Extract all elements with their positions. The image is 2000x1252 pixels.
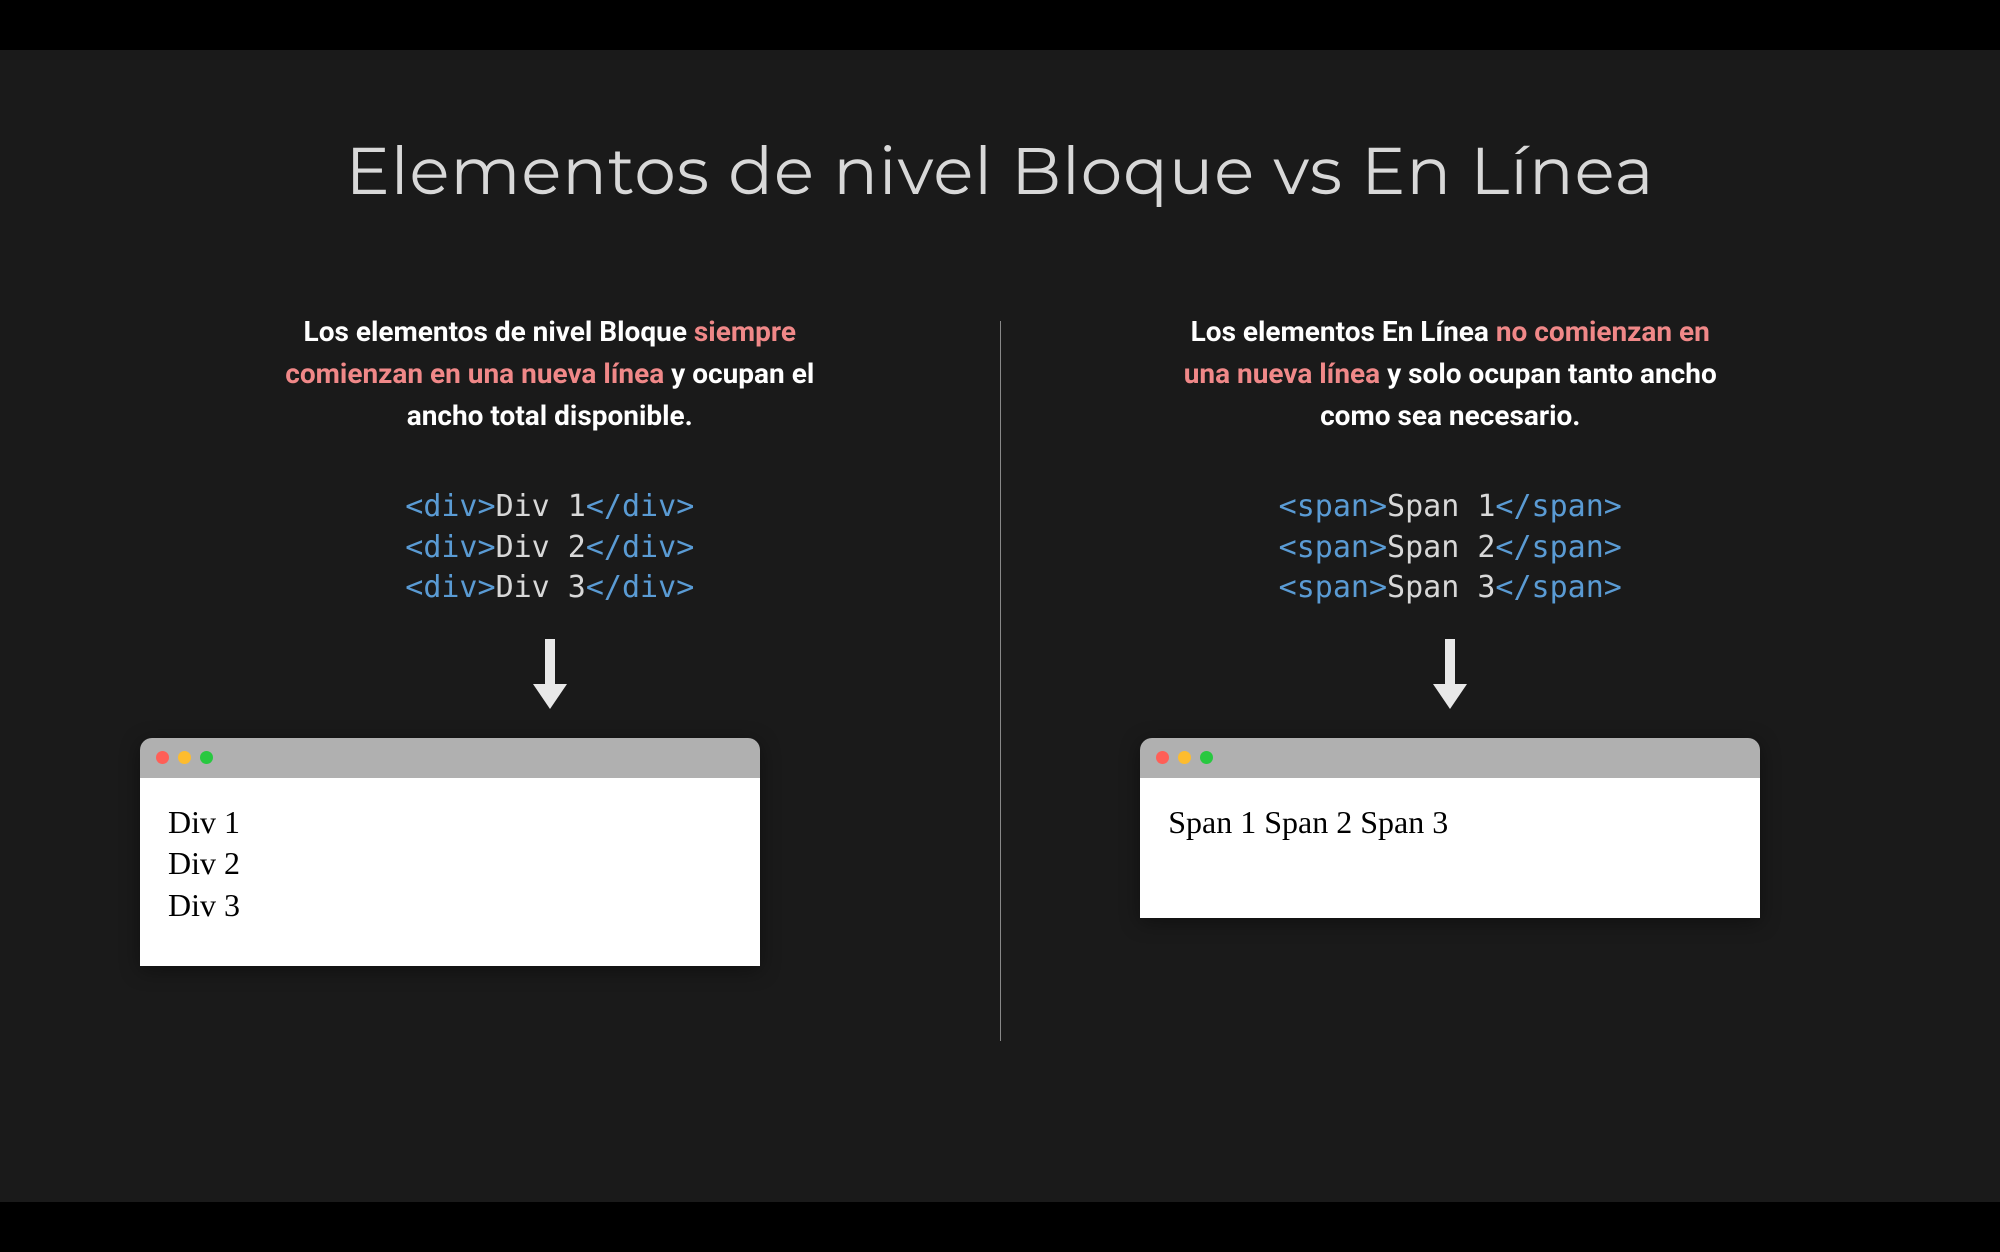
arrow-down-icon bbox=[1433, 639, 1467, 713]
code-open-tag: <div> bbox=[405, 570, 495, 605]
code-close-tag: </span> bbox=[1495, 530, 1621, 565]
code-close-tag: </div> bbox=[586, 530, 694, 565]
code-line: <div>Div 3</div> bbox=[405, 570, 694, 605]
traffic-light-zoom-icon bbox=[200, 751, 213, 764]
code-open-tag: <span> bbox=[1279, 530, 1387, 565]
code-text: Span 3 bbox=[1387, 570, 1495, 605]
code-text: Span 1 bbox=[1387, 489, 1495, 524]
output-span: Span 3 bbox=[1360, 804, 1448, 840]
arrow-down-icon bbox=[533, 639, 567, 713]
code-line: <div>Div 2</div> bbox=[405, 530, 694, 565]
code-line: <span>Span 2</span> bbox=[1279, 530, 1622, 565]
code-text: Div 1 bbox=[496, 489, 586, 524]
window-content-block: Div 1 Div 2 Div 3 bbox=[140, 778, 760, 967]
columns: Los elementos de nivel Bloque siempre co… bbox=[100, 311, 1900, 1041]
desc-text: y solo ocupan tanto ancho como sea neces… bbox=[1320, 357, 1717, 432]
code-close-tag: </div> bbox=[586, 489, 694, 524]
block-code-example: <div>Div 1</div> <div>Div 2</div> <div>D… bbox=[405, 487, 694, 609]
inline-code-example: <span>Span 1</span> <span>Span 2</span> … bbox=[1279, 487, 1622, 609]
output-line: Div 2 bbox=[168, 843, 732, 885]
output-span: Span 2 bbox=[1264, 804, 1352, 840]
code-open-tag: <span> bbox=[1279, 570, 1387, 605]
browser-window-inline: Span 1 Span 2 Span 3 bbox=[1140, 738, 1760, 918]
traffic-light-close-icon bbox=[156, 751, 169, 764]
traffic-light-minimize-icon bbox=[1178, 751, 1191, 764]
output-line: Div 1 bbox=[168, 802, 732, 844]
code-line: <span>Span 3</span> bbox=[1279, 570, 1622, 605]
output-span: Span 1 bbox=[1168, 804, 1256, 840]
code-open-tag: <div> bbox=[405, 530, 495, 565]
block-description: Los elementos de nivel Bloque siempre co… bbox=[280, 311, 820, 437]
browser-window-block: Div 1 Div 2 Div 3 bbox=[140, 738, 760, 967]
code-close-tag: </span> bbox=[1495, 489, 1621, 524]
code-open-tag: <span> bbox=[1279, 489, 1387, 524]
code-text: Div 2 bbox=[496, 530, 586, 565]
desc-text: Los elementos de nivel Bloque bbox=[304, 315, 694, 348]
desc-text: Los elementos En Línea bbox=[1191, 315, 1496, 348]
traffic-light-close-icon bbox=[1156, 751, 1169, 764]
code-line: <div>Div 1</div> bbox=[405, 489, 694, 524]
code-line: <span>Span 1</span> bbox=[1279, 489, 1622, 524]
code-close-tag: </div> bbox=[586, 570, 694, 605]
column-inline: Los elementos En Línea no comienzan en u… bbox=[1001, 311, 1901, 918]
column-block: Los elementos de nivel Bloque siempre co… bbox=[100, 311, 1000, 966]
window-titlebar bbox=[1140, 738, 1760, 778]
inline-description: Los elementos En Línea no comienzan en u… bbox=[1180, 311, 1720, 437]
code-text: Span 2 bbox=[1387, 530, 1495, 565]
output-line: Div 3 bbox=[168, 885, 732, 927]
window-content-inline: Span 1 Span 2 Span 3 bbox=[1140, 778, 1760, 918]
slide-title: Elementos de nivel Bloque vs En Línea bbox=[100, 130, 1900, 211]
traffic-light-zoom-icon bbox=[1200, 751, 1213, 764]
traffic-light-minimize-icon bbox=[178, 751, 191, 764]
code-close-tag: </span> bbox=[1495, 570, 1621, 605]
slide-container: Elementos de nivel Bloque vs En Línea Lo… bbox=[0, 50, 2000, 1202]
code-open-tag: <div> bbox=[405, 489, 495, 524]
code-text: Div 3 bbox=[496, 570, 586, 605]
window-titlebar bbox=[140, 738, 760, 778]
